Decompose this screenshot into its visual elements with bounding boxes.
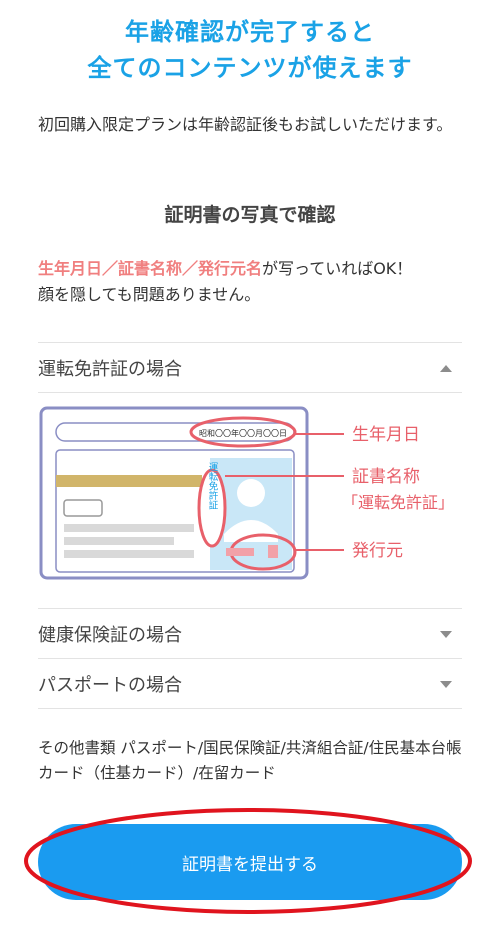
label-birthdate: 生年月日 <box>352 425 420 445</box>
label-cert-name: 証書名称 <box>352 467 420 487</box>
cert-name-vertical-text: 運転免許証 <box>207 462 219 510</box>
required-fields-highlight: 生年月日／証書名称／発行元名 <box>38 259 263 278</box>
divider <box>38 392 462 393</box>
chevron-down-icon <box>440 630 452 638</box>
birthdate-text: 昭和〇〇年〇〇月〇〇日 <box>199 428 287 438</box>
label-cert-name-sub: 「運転免許証」 <box>342 493 454 512</box>
chevron-down-icon <box>440 680 452 688</box>
issuer-stamp <box>226 548 254 556</box>
accordion-label: パスポートの場合 <box>38 675 182 696</box>
divider <box>38 342 462 343</box>
other-documents-text: その他書類 パスポート/国民保険証/共済組合証/住民基本台帳カード（住基カード）… <box>38 739 462 782</box>
accordion-health-insurance[interactable]: 健康保険証の場合 <box>38 610 462 658</box>
accordion-drivers-license[interactable]: 運転免許証の場合 <box>38 344 462 392</box>
issuer-seal <box>268 545 278 558</box>
divider <box>38 708 462 709</box>
accordion-passport[interactable]: パスポートの場合 <box>38 660 462 708</box>
card-gold-stripe <box>56 475 202 487</box>
accordion-label: 運転免許証の場合 <box>38 359 182 380</box>
accordion-label: 健康保険証の場合 <box>38 625 182 646</box>
requirement-note: 生年月日／証書名称／発行元名が写っていればOK！ 顔を隠しても問題ありません。 <box>38 256 468 308</box>
section-title: 証明書の写真で確認 <box>164 204 336 226</box>
divider <box>38 608 462 609</box>
info-line <box>64 524 194 532</box>
info-line <box>64 550 194 558</box>
label-issuer: 発行元 <box>352 541 403 561</box>
headline: 年齢確認が完了すると 全てのコンテンツが使えます <box>0 14 500 86</box>
face-circle <box>237 479 265 507</box>
intro-text: 初回購入限定プランは年齢認証後もお試しいただけます。 <box>38 115 453 134</box>
license-card-illustration: 昭和〇〇年〇〇月〇〇日 運転免許証 生年月日 証書名称 「運転免許証」 発行元 <box>39 406 454 580</box>
chevron-up-icon <box>440 364 452 372</box>
note-line-2: 顔を隠しても問題ありません。 <box>38 285 261 304</box>
headline-line-2: 全てのコンテンツが使えます <box>87 54 413 82</box>
divider <box>38 658 462 659</box>
headline-line-1: 年齢確認が完了すると <box>125 18 375 46</box>
note-rest-line-1: が写っていればOK！ <box>262 259 413 278</box>
submit-button-label: 証明書を提出する <box>182 854 318 875</box>
info-line <box>64 537 174 545</box>
chip-box <box>63 499 103 517</box>
submit-certificate-button[interactable]: 証明書を提出する <box>38 824 462 900</box>
